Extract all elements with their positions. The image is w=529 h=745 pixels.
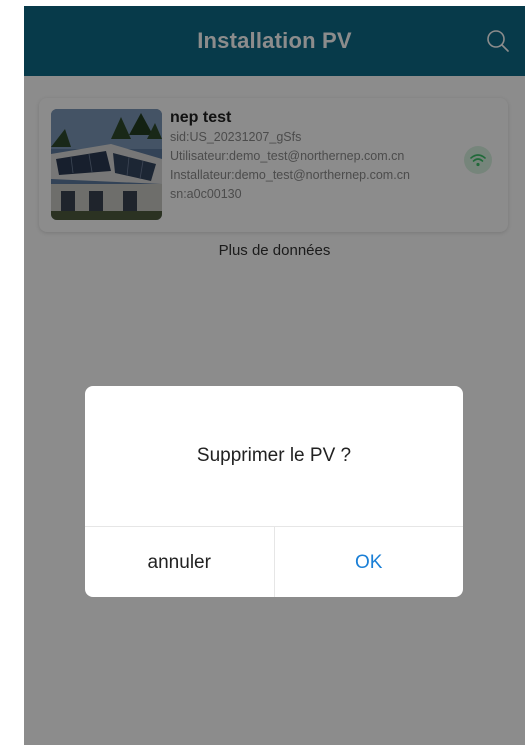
app-screen: Installation PV nep test sid:US_20231207… <box>24 6 525 745</box>
ok-button[interactable]: OK <box>275 527 464 597</box>
modal-overlay[interactable] <box>24 6 525 745</box>
dialog-message: Supprimer le PV ? <box>196 445 352 466</box>
delete-confirm-dialog: Supprimer le PV ? annuler OK <box>85 386 463 597</box>
cancel-button[interactable]: annuler <box>85 527 275 597</box>
dialog-button-row: annuler OK <box>85 526 463 597</box>
